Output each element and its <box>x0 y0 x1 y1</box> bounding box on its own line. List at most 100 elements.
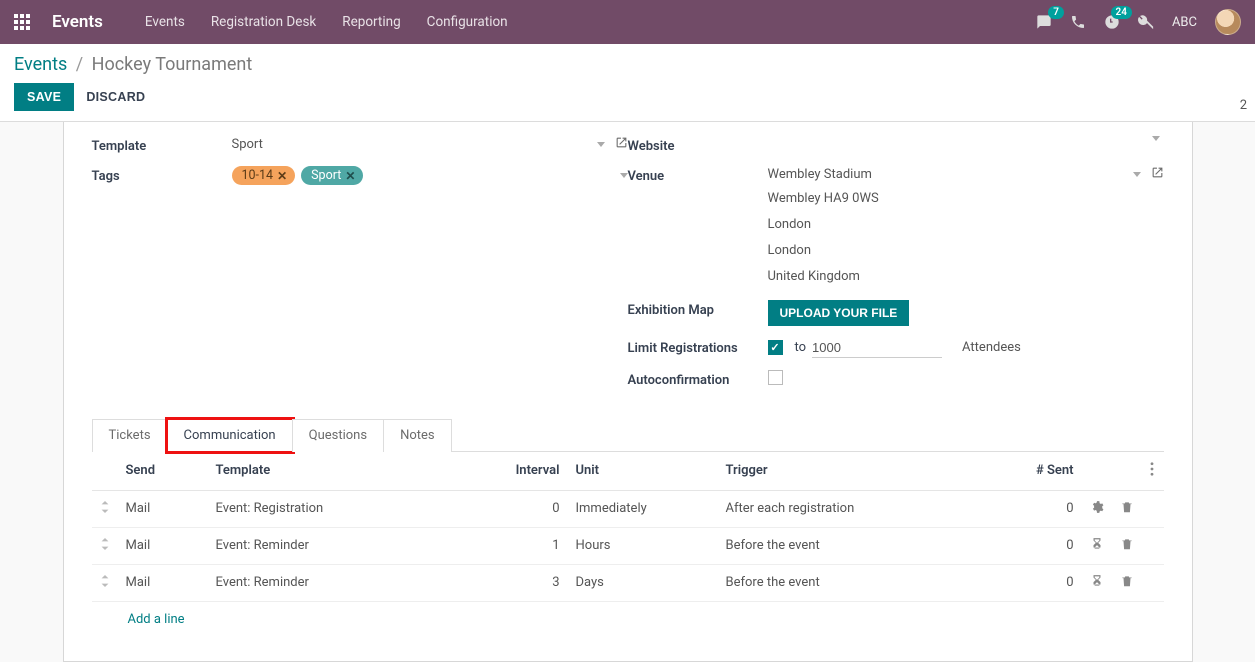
label-template: Template <box>92 136 232 154</box>
tabs-bar: Tickets Communication Questions Notes <box>92 418 1164 452</box>
tab-tickets[interactable]: Tickets <box>92 419 168 452</box>
brand-title[interactable]: Events <box>52 12 103 32</box>
cell-interval[interactable]: 1 <box>508 527 568 564</box>
label-limit: Limit Registrations <box>628 338 768 356</box>
drag-handle-icon[interactable] <box>100 502 110 517</box>
caret-down-icon[interactable] <box>620 173 628 178</box>
cell-sent: 0 <box>1012 490 1082 527</box>
col-interval[interactable]: Interval <box>508 452 568 491</box>
table-row[interactable]: MailEvent: Reminder1HoursBefore the even… <box>92 527 1164 564</box>
table-row[interactable]: MailEvent: Registration0ImmediatelyAfter… <box>92 490 1164 527</box>
nav-reporting[interactable]: Reporting <box>342 14 400 30</box>
upload-button[interactable]: UPLOAD YOUR FILE <box>768 300 910 326</box>
form-row: Template Sport Tags <box>92 130 1164 394</box>
user-name[interactable]: ABC <box>1172 15 1197 30</box>
activities-badge: 24 <box>1111 6 1132 19</box>
tab-communication[interactable]: Communication <box>167 419 293 452</box>
cell-template[interactable]: Event: Reminder <box>208 527 508 564</box>
tag-sport[interactable]: Sport ✕ <box>301 166 363 185</box>
col-status <box>1082 452 1112 491</box>
hourglass-icon[interactable] <box>1090 577 1104 592</box>
phone-icon[interactable] <box>1070 14 1086 30</box>
cell-trigger[interactable]: After each registration <box>718 490 1012 527</box>
field-template: Template Sport <box>92 130 628 160</box>
trash-icon[interactable] <box>1120 577 1134 592</box>
caret-down-icon[interactable] <box>1152 136 1160 141</box>
hourglass-icon[interactable] <box>1090 540 1104 555</box>
tab-questions[interactable]: Questions <box>292 419 384 452</box>
address-line-2: London <box>768 215 1164 235</box>
col-template[interactable]: Template <box>208 452 508 491</box>
field-limit-registrations: Limit Registrations to Attendees <box>628 332 1164 364</box>
kebab-icon[interactable] <box>1150 465 1154 480</box>
external-link-icon[interactable] <box>1151 166 1164 183</box>
drag-handle-icon[interactable] <box>100 539 110 554</box>
cell-sent: 0 <box>1012 527 1082 564</box>
apps-grid-icon[interactable] <box>14 14 30 30</box>
debug-icon[interactable] <box>1138 14 1154 30</box>
tag-remove-icon[interactable]: ✕ <box>345 169 355 183</box>
label-exhibition: Exhibition Map <box>628 300 768 318</box>
add-a-line[interactable]: Add a line <box>92 602 1164 631</box>
field-venue: Venue Wembley Stadium Wembley HA9 0WS <box>628 160 1164 294</box>
autoconf-checkbox[interactable] <box>768 370 783 385</box>
nav-events[interactable]: Events <box>145 14 185 30</box>
caret-down-icon[interactable] <box>1133 172 1141 177</box>
nav-configuration[interactable]: Configuration <box>427 14 508 30</box>
template-select[interactable]: Sport <box>232 137 609 153</box>
external-link-icon[interactable] <box>615 136 628 153</box>
cell-interval[interactable]: 3 <box>508 564 568 601</box>
field-website: Website <box>628 130 1164 160</box>
col-handle <box>92 452 118 491</box>
col-sent[interactable]: # Sent <box>1012 452 1082 491</box>
col-send[interactable]: Send <box>118 452 208 491</box>
activities-icon[interactable]: 24 <box>1104 14 1120 30</box>
cell-template[interactable]: Event: Reminder <box>208 564 508 601</box>
col-trigger[interactable]: Trigger <box>718 452 1012 491</box>
breadcrumb-root[interactable]: Events <box>14 54 67 75</box>
cell-trigger[interactable]: Before the event <box>718 564 1012 601</box>
label-website: Website <box>628 136 768 154</box>
trash-icon[interactable] <box>1120 540 1134 555</box>
nav-registration-desk[interactable]: Registration Desk <box>211 14 316 30</box>
limit-checkbox[interactable] <box>768 340 783 355</box>
venue-value: Wembley Stadium <box>768 167 872 182</box>
limit-suffix: Attendees <box>962 340 1021 355</box>
cell-unit[interactable]: Days <box>568 564 718 601</box>
save-button[interactable]: SAVE <box>14 83 74 111</box>
venue-select[interactable]: Wembley Stadium <box>768 167 1145 183</box>
button-row: SAVE DISCARD <box>14 83 1241 111</box>
tag-age[interactable]: 10-14 ✕ <box>232 166 296 185</box>
cell-interval[interactable]: 0 <box>508 490 568 527</box>
col-unit[interactable]: Unit <box>568 452 718 491</box>
website-select[interactable] <box>768 136 1164 142</box>
cell-template[interactable]: Event: Registration <box>208 490 508 527</box>
cell-unit[interactable]: Immediately <box>568 490 718 527</box>
messages-badge: 7 <box>1048 6 1064 19</box>
label-tags: Tags <box>92 166 232 184</box>
cell-unit[interactable]: Hours <box>568 527 718 564</box>
cell-sent: 0 <box>1012 564 1082 601</box>
drag-handle-icon[interactable] <box>100 576 110 591</box>
caret-down-icon[interactable] <box>597 142 605 147</box>
messages-icon[interactable]: 7 <box>1036 14 1052 30</box>
table-row[interactable]: MailEvent: Reminder3DaysBefore the event… <box>92 564 1164 601</box>
col-menu <box>1142 452 1164 491</box>
form-col-left: Template Sport Tags <box>92 130 628 394</box>
discard-button[interactable]: DISCARD <box>86 90 145 104</box>
cell-send[interactable]: Mail <box>118 490 208 527</box>
cell-trigger[interactable]: Before the event <box>718 527 1012 564</box>
avatar[interactable] <box>1215 9 1241 35</box>
cell-send[interactable]: Mail <box>118 564 208 601</box>
tag-remove-icon[interactable]: ✕ <box>277 169 287 183</box>
communication-table: Send Template Interval Unit Trigger # Se… <box>92 452 1164 602</box>
limit-input[interactable] <box>812 338 942 358</box>
form-sheet: Template Sport Tags <box>63 122 1193 662</box>
tab-notes[interactable]: Notes <box>383 419 452 452</box>
gear-icon[interactable] <box>1090 503 1104 518</box>
cell-send[interactable]: Mail <box>118 527 208 564</box>
page-count: 2 <box>1240 98 1247 113</box>
form-col-right: Website Venue Wembley Stadium <box>628 130 1164 394</box>
trash-icon[interactable] <box>1120 503 1134 518</box>
value-tags[interactable]: 10-14 ✕ Sport ✕ <box>232 166 628 185</box>
